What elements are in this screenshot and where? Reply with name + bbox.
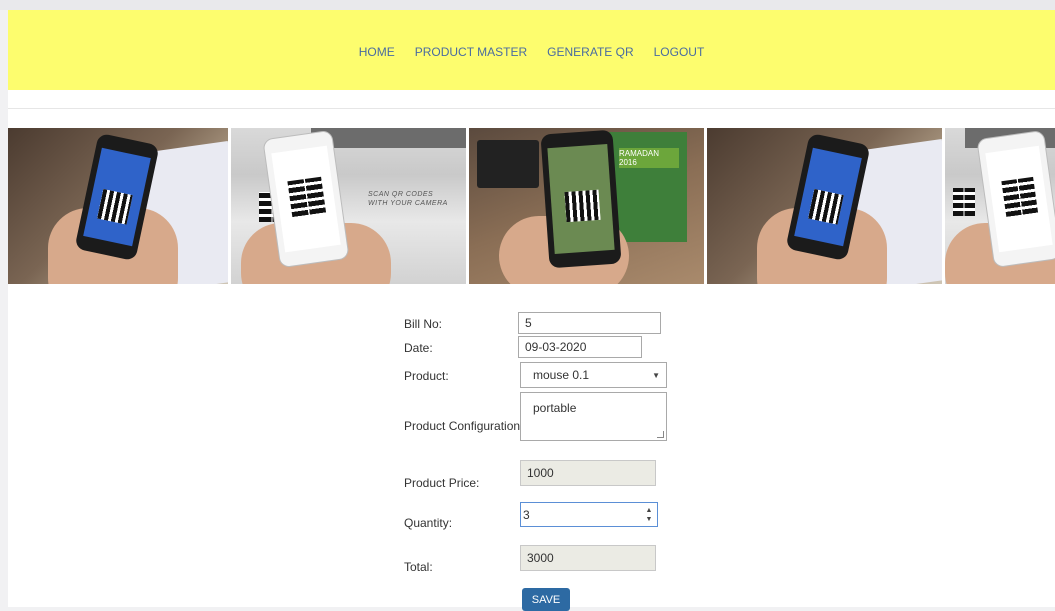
nav-generate-qr-link[interactable]: GENERATE QR	[547, 41, 633, 59]
date-value: 09-03-2020	[525, 340, 587, 354]
product-configuration-value: portable	[533, 401, 577, 415]
quantity-label: Quantity:	[404, 516, 453, 530]
date-input[interactable]: 09-03-2020	[518, 336, 642, 358]
banner-panel-scan-camera-2	[945, 128, 1055, 284]
banner-panel-phone-scan-2	[707, 128, 942, 284]
banner-caption: SCAN QR CODES WITH YOUR CAMERA	[368, 191, 448, 207]
product-label: Product:	[404, 369, 449, 383]
bill-no-value: 5	[525, 316, 532, 330]
banner-poster-text: RAMADAN 2016	[619, 148, 679, 168]
chevron-down-icon: ▼	[652, 370, 660, 380]
window-top-strip	[0, 0, 1055, 10]
product-select[interactable]: mouse 0.1 ▼	[520, 362, 667, 388]
save-button[interactable]: SAVE	[522, 588, 570, 611]
total-field: 3000	[520, 545, 656, 571]
nav-product-master-link[interactable]: PRODUCT MASTER	[415, 41, 527, 59]
qr-banner-image: SCAN QR CODES WITH YOUR CAMERA RAMADAN 2…	[8, 128, 1055, 284]
product-configuration-label: Product Configuration:	[404, 419, 524, 433]
banner-panel-scan-camera: SCAN QR CODES WITH YOUR CAMERA	[231, 128, 466, 284]
header-divider	[8, 108, 1055, 109]
total-value: 3000	[527, 551, 554, 565]
banner-panel-phone-scan	[8, 128, 228, 284]
product-price-value: 1000	[527, 466, 554, 480]
page: HOME PRODUCT MASTER GENERATE QR LOGOUT S…	[8, 10, 1055, 611]
spinner-arrows-icon[interactable]: ▲ ▼	[645, 507, 653, 523]
nav-logout-link[interactable]: LOGOUT	[654, 41, 705, 59]
product-price-label: Product Price:	[404, 476, 480, 490]
nav-home-link[interactable]: HOME	[359, 41, 395, 59]
navbar: HOME PRODUCT MASTER GENERATE QR LOGOUT	[8, 10, 1055, 90]
bill-no-input[interactable]: 5	[518, 312, 661, 334]
product-price-field: 1000	[520, 460, 656, 486]
total-label: Total:	[404, 560, 433, 574]
product-configuration-textarea[interactable]: portable	[520, 392, 667, 441]
product-selected-value: mouse 0.1	[533, 368, 590, 382]
quantity-value: 3	[523, 507, 530, 522]
bill-no-label: Bill No:	[404, 317, 443, 331]
quantity-stepper[interactable]: 3 ▲ ▼	[520, 502, 658, 527]
banner-panel-poster-scan: RAMADAN 2016	[469, 128, 704, 284]
date-label: Date:	[404, 341, 433, 355]
resize-handle-icon[interactable]	[657, 431, 664, 438]
